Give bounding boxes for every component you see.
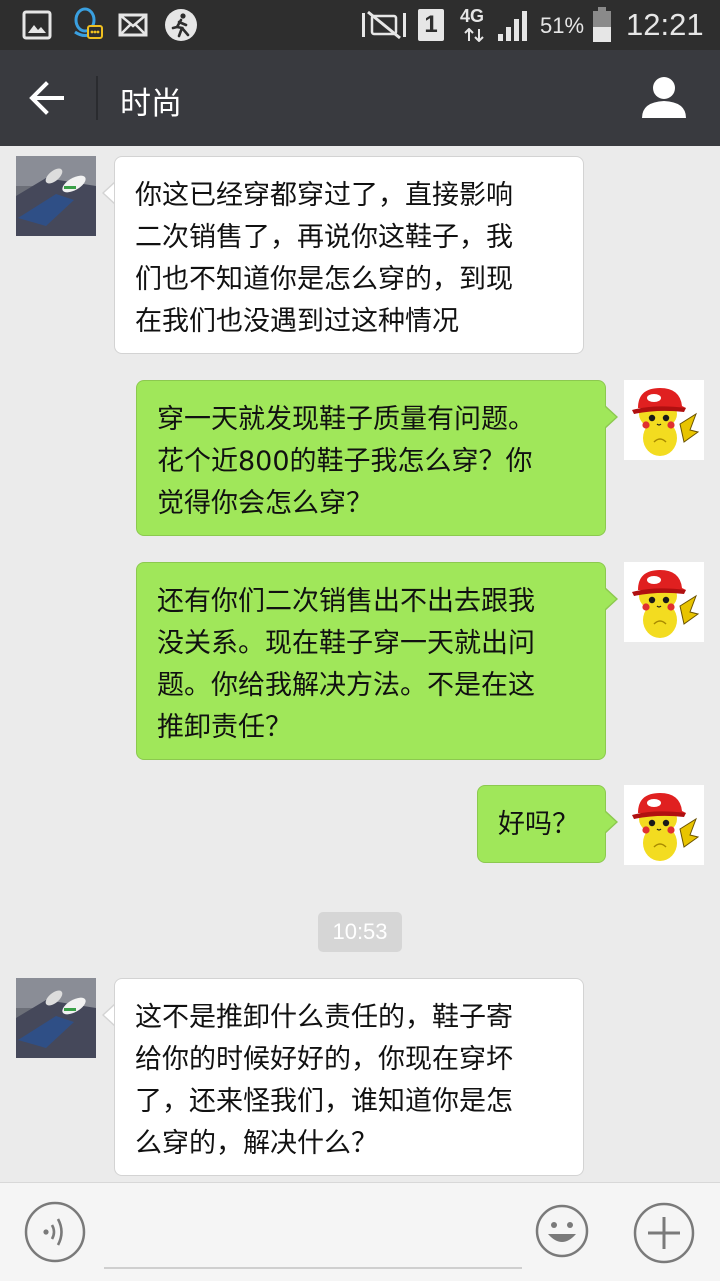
my-avatar[interactable] xyxy=(624,380,704,460)
chat-header: 时尚 xyxy=(0,50,720,146)
page-title: 时尚 xyxy=(120,86,182,122)
sim-slot-label: 1 xyxy=(424,11,438,38)
back-button[interactable] xyxy=(22,74,74,122)
more-options-button[interactable] xyxy=(632,1201,696,1265)
message-line: 穿一天就发现鞋子质量有问题。 xyxy=(157,404,535,435)
message-input[interactable] xyxy=(104,1203,522,1269)
pikachu-avatar-icon xyxy=(624,380,704,460)
plus-icon xyxy=(633,1202,695,1264)
message-bubble-received[interactable]: 你这已经穿都穿过了，直接影响 二次销售了，再说你这鞋子，我 们也不知道你是怎么穿… xyxy=(114,156,584,354)
message-line: 这不是推卸什么责任的，鞋子寄 xyxy=(135,1002,513,1033)
message-bubble-sent[interactable]: 好吗？ xyxy=(477,785,606,863)
mute-icon xyxy=(362,10,406,40)
signal-icon xyxy=(498,11,527,41)
message-line: 推卸责任？ xyxy=(157,712,292,743)
pikachu-avatar-icon xyxy=(624,785,704,865)
my-avatar[interactable] xyxy=(624,785,704,865)
my-avatar[interactable] xyxy=(624,562,704,642)
message-line: 给你的时候好好的，你现在穿坏 xyxy=(135,1044,513,1075)
status-bar: 1 4G 51% 12:21 xyxy=(0,0,720,50)
message-line: 没关系。现在鞋子穿一天就出问 xyxy=(157,628,535,659)
message-line: 花个近800的鞋子我怎么穿？你 xyxy=(157,446,533,477)
message-line: 还有你们二次销售出不出去跟我 xyxy=(157,586,535,617)
pikachu-avatar-icon xyxy=(624,562,704,642)
battery-icon xyxy=(593,7,611,42)
voice-button[interactable] xyxy=(24,1201,86,1263)
message-line: 二次销售了，再说你这鞋子，我 xyxy=(135,222,513,253)
message-line: 觉得你会怎么穿？ xyxy=(157,488,373,519)
message-bubble-sent[interactable]: 还有你们二次销售出不出去跟我 没关系。现在鞋子穿一天就出问 题。你给我解决方法。… xyxy=(136,562,606,760)
message-line: 你这已经穿都穿过了，直接影响 xyxy=(135,180,513,211)
voice-icon xyxy=(24,1201,86,1263)
network-arrows-icon xyxy=(464,28,484,42)
message-bubble-received[interactable]: 这不是推卸什么责任的，鞋子寄 给你的时候好好的，你现在穿坏 了，还来怪我们，谁知… xyxy=(114,978,584,1176)
chat-info-button[interactable] xyxy=(636,72,692,124)
header-divider xyxy=(96,76,98,120)
message-line: 们也不知道你是怎么穿的，到现 xyxy=(135,264,513,295)
status-time: 12:21 xyxy=(626,7,704,42)
sim-icon: 1 xyxy=(418,9,444,41)
message-line: 好吗？ xyxy=(498,809,579,840)
message-bubble-sent[interactable]: 穿一天就发现鞋子质量有问题。 花个近800的鞋子我怎么穿？你 觉得你会怎么穿？ xyxy=(136,380,606,536)
emoji-button[interactable] xyxy=(534,1203,590,1259)
input-bar xyxy=(0,1182,720,1281)
bubble-tail xyxy=(604,588,616,610)
bubble-tail xyxy=(604,811,616,833)
qq-notification-icon xyxy=(74,7,103,39)
message-line: 题。你给我解决方法。不是在这 xyxy=(157,670,535,701)
bubble-tail xyxy=(604,406,616,428)
message-line: 在我们也没遇到过这种情况 xyxy=(135,306,459,337)
mail-icon xyxy=(118,13,148,37)
network-type: 4G xyxy=(460,6,485,26)
person-icon xyxy=(642,77,686,118)
gallery-icon xyxy=(22,10,52,40)
message-timestamp: 10:53 xyxy=(318,912,402,952)
arrow-left-icon xyxy=(29,81,64,115)
seller-avatar[interactable] xyxy=(16,156,96,236)
message-line: 了，还来怪我们，谁知道你是怎 xyxy=(135,1086,513,1117)
message-line: 么穿的，解决什么？ xyxy=(135,1128,378,1159)
step-counter-icon xyxy=(165,9,197,41)
battery-percent: 51% xyxy=(540,13,585,38)
emoji-icon xyxy=(535,1204,589,1258)
seller-avatar[interactable] xyxy=(16,978,96,1058)
